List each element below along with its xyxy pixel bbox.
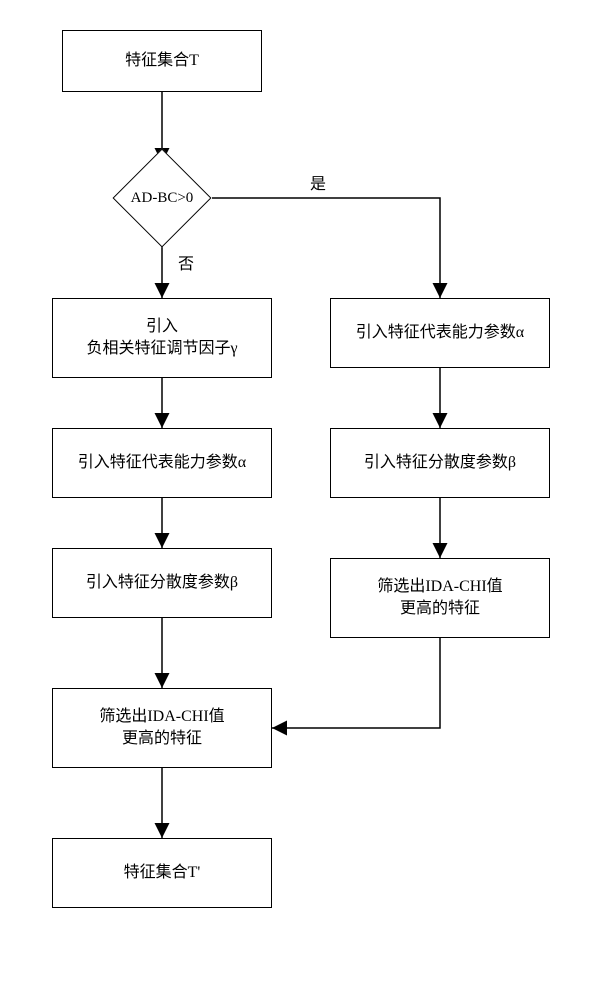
edge-label-yes: 是	[310, 170, 326, 194]
node-l3: 引入特征分散度参数β	[52, 548, 272, 618]
flowchart-canvas: 特征集合T AD-BC>0 是 否 引入 负相关特征调节因子γ 引入特征代表能力…	[0, 0, 610, 1000]
node-r1: 引入特征代表能力参数α	[330, 298, 550, 368]
node-l2: 引入特征代表能力参数α	[52, 428, 272, 498]
node-r3: 筛选出IDA-CHI值 更高的特征	[330, 558, 550, 638]
node-l1: 引入 负相关特征调节因子γ	[52, 298, 272, 378]
node-r2: 引入特征分散度参数β	[330, 428, 550, 498]
decision-label: AD-BC>0	[102, 163, 222, 233]
edge-label-no: 否	[178, 250, 194, 274]
node-start: 特征集合T	[62, 30, 262, 92]
node-end: 特征集合T'	[52, 838, 272, 908]
node-l4: 筛选出IDA-CHI值 更高的特征	[52, 688, 272, 768]
